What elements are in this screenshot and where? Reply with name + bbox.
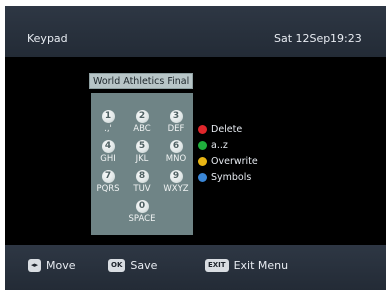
key-number: 1 [101,110,115,123]
key-1[interactable]: 1 .,' [91,103,125,134]
key-5[interactable]: 5 JKL [125,133,159,164]
key-4[interactable]: 4 GHI [91,133,125,164]
exit-key-icon: EXIT [205,259,229,272]
key-number: 5 [135,140,149,153]
key-8[interactable]: 8 TUV [125,163,159,194]
key-number: 2 [135,110,149,123]
footer-move: ◂▸ Move [28,259,76,272]
legend-az[interactable]: a..z [198,140,228,151]
key-2[interactable]: 2 ABC [125,103,159,134]
page-title: Keypad [27,32,68,45]
legend-label: Delete [211,124,243,135]
key-7[interactable]: 7 PQRS [91,163,125,194]
key-0-space[interactable]: 0 SPACE [91,193,193,224]
red-button-icon [198,125,207,134]
legend-overwrite[interactable]: Overwrite [198,156,258,167]
footer-bar: ◂▸ Move OK Save EXIT Exit Menu [5,245,386,290]
time-display: 19:23 [330,32,362,45]
footer-save: OK Save [108,259,157,272]
footer-save-label: Save [130,259,158,272]
key-9[interactable]: 9 WXYZ [159,163,193,194]
footer-move-label: Move [46,259,76,272]
legend-label: a..z [211,140,228,151]
yellow-button-icon [198,157,207,166]
key-letters: SPACE [128,214,156,224]
key-number: 8 [135,170,149,183]
header-bar: Keypad Sat 12Sep 19:23 [5,6,386,57]
blue-button-icon [198,173,207,182]
date-display: Sat 12Sep [274,32,331,45]
key-number: 9 [169,170,183,183]
tv-screen: Keypad Sat 12Sep 19:23 World Athletics F… [5,6,386,290]
green-button-icon [198,141,207,150]
key-number: 7 [101,170,115,183]
legend-delete[interactable]: Delete [198,124,242,135]
legend-label: Overwrite [211,156,258,167]
legend-label: Symbols [211,172,252,183]
key-number: 3 [169,110,183,123]
key-number: 4 [101,140,115,153]
footer-exit-label: Exit Menu [233,259,289,272]
legend-symbols[interactable]: Symbols [198,172,251,183]
text-input-field[interactable]: World Athletics Final [89,73,193,89]
key-number: 0 [135,200,149,213]
ok-key-icon: OK [108,259,126,272]
key-number: 6 [169,140,183,153]
left-right-arrows-icon: ◂▸ [28,259,42,272]
key-6[interactable]: 6 MNO [159,133,193,164]
key-3[interactable]: 3 DEF [159,103,193,134]
numeric-keypad: 1 .,' 2 ABC 3 DEF 4 GHI 5 JKL 6 MNO 7 PQ… [91,93,193,235]
footer-exit: EXIT Exit Menu [205,259,288,272]
